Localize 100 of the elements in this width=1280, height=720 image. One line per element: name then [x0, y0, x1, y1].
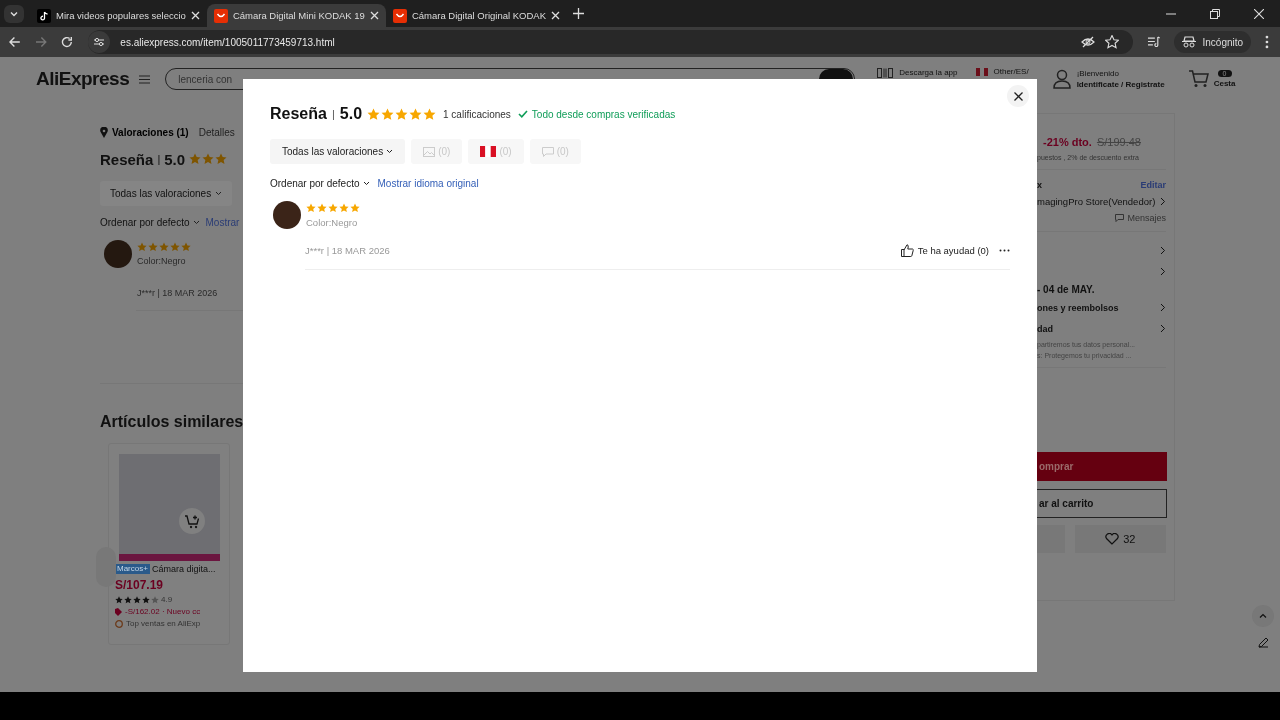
comment-icon — [541, 146, 554, 157]
separator: | — [157, 153, 161, 165]
region-selector[interactable]: Other/ES/ — [993, 67, 1029, 76]
image-icon — [423, 146, 436, 157]
section-tab[interactable]: Valoraciones (1) — [100, 127, 189, 138]
rating-score: 5.0 — [339, 105, 363, 123]
badge-icon — [115, 619, 123, 628]
verified-purchases-note: Todo desde compras verificadas — [517, 108, 676, 120]
close-icon[interactable] — [369, 11, 379, 20]
policy-link[interactable]: ones y reembolsos — [1037, 302, 1119, 313]
qr-code-icon[interactable] — [877, 68, 894, 78]
original-price: S/199.48 — [1096, 136, 1141, 148]
messages-link[interactable]: Mensajes — [1115, 213, 1166, 223]
rating-filter-dropdown[interactable]: Todas las valoraciones — [100, 181, 233, 206]
reload-icon[interactable] — [60, 36, 73, 48]
logo[interactable]: AliExpress — [36, 68, 130, 90]
more-options-icon[interactable] — [999, 249, 1010, 252]
greeting-text: ¡Bienvenido — [1076, 69, 1120, 78]
sign-in-link[interactable]: Identificate / Registrate — [1076, 80, 1165, 89]
chevron-right-icon[interactable] — [1160, 324, 1166, 333]
back-icon[interactable] — [9, 36, 21, 48]
check-icon — [517, 110, 528, 118]
cart-icon[interactable] — [1188, 70, 1209, 88]
bestseller-text: Top ventas en AliExp — [126, 619, 201, 628]
thumbs-up-icon — [900, 244, 914, 257]
translate-link[interactable]: Mostrar — [205, 217, 240, 228]
brand-badge: Marcos+ — [115, 564, 150, 574]
heart-icon — [1105, 533, 1120, 545]
caret-icon — [362, 181, 370, 186]
delivery-date: - 04 de MAY. — [1037, 284, 1095, 295]
close-icon[interactable] — [551, 11, 560, 20]
similar-items-heading: Artículos similares — [100, 413, 243, 431]
rating-score: 5.0 — [164, 150, 186, 168]
variant-text: Color:Negro — [306, 216, 359, 228]
tag-icon — [115, 607, 122, 616]
section-tab[interactable]: Detalles — [198, 127, 235, 138]
more-options-icon[interactable] — [1265, 35, 1269, 49]
incognito-button[interactable]: Incógnito — [1174, 31, 1252, 53]
shop-logo-icon — [392, 8, 407, 23]
helpful-button[interactable]: Te ha ayudad (0) — [900, 244, 989, 257]
chat-icon — [1115, 214, 1125, 222]
user-icon[interactable] — [1052, 69, 1071, 89]
incognito-icon — [1182, 36, 1197, 48]
forward-icon[interactable] — [34, 36, 47, 48]
add-to-cart-button[interactable]: ar al carrito — [1037, 489, 1167, 518]
chevron-right-icon[interactable] — [1160, 246, 1166, 255]
avatar — [104, 240, 132, 268]
avatar — [273, 201, 301, 229]
rating-value: 4.9 — [161, 595, 173, 604]
discount-text: -S/162.02 · Nuevo cc — [125, 607, 201, 616]
address-field[interactable]: es.aliexpress.com/item/1005011773459713.html — [88, 30, 1133, 54]
location-pin-icon — [100, 127, 108, 138]
close-icon[interactable] — [1254, 8, 1264, 19]
close-icon — [1013, 91, 1023, 101]
buy-button[interactable]: omprar — [1037, 452, 1167, 481]
separator: | — [331, 108, 335, 120]
product-name[interactable]: Cámara digita... — [151, 564, 216, 574]
close-icon[interactable] — [190, 11, 200, 20]
review-filter-chip[interactable]: Todas las valoraciones — [270, 139, 406, 164]
browser-tab[interactable]: Cámara Digital Mini KODAK 19 — [206, 4, 386, 27]
wishlist-button[interactable]: 32 — [1074, 525, 1166, 553]
tab-search-button[interactable] — [4, 4, 24, 23]
pencil-icon[interactable] — [1258, 637, 1269, 648]
dialog-title: Reseña — [270, 105, 327, 123]
edit-link[interactable]: Editar — [1140, 180, 1166, 190]
policy-link[interactable]: dad — [1037, 323, 1053, 334]
browser-tab[interactable]: Cámara Digital Original KODAK — [385, 4, 567, 27]
product-card[interactable]: Marcos+ Cámara digita... S/107.19 4.9 -S/162.02 · Nuevo cc Top ventas en AliExp — [108, 443, 230, 645]
sort-dropdown[interactable]: Ordenar por defecto — [100, 217, 200, 228]
app-download-link[interactable]: Descarga la app — [899, 68, 958, 77]
flag-icon — [975, 68, 988, 76]
new-tab-icon[interactable] — [573, 8, 584, 19]
close-button[interactable] — [1007, 85, 1029, 107]
chevron-right-icon[interactable] — [1160, 303, 1166, 312]
browser-tab[interactable]: Mira videos populares seleccio — [30, 4, 207, 27]
music-note-icon — [37, 8, 51, 23]
scroll-to-top-button[interactable] — [1252, 605, 1274, 627]
menu-icon[interactable] — [139, 74, 151, 84]
sort-dropdown[interactable]: Ordenar por defecto — [270, 178, 370, 189]
store-link[interactable]: magingPro Store(Vendedor) — [1037, 196, 1156, 207]
translate-link[interactable]: Mostrar idioma original — [377, 178, 479, 189]
star-icon[interactable] — [1104, 35, 1119, 49]
site-settings-icon[interactable] — [88, 31, 111, 53]
ratings-count: 1 calificaciones — [443, 108, 511, 120]
review-author-date: J***r | 18 MAR 2026 — [137, 288, 219, 298]
variant-text: Color:Negro — [137, 256, 187, 266]
media-list-icon[interactable] — [1146, 35, 1161, 49]
reviews-heading: Reseña — [100, 150, 154, 168]
restore-icon[interactable] — [1210, 8, 1220, 19]
caret-icon — [386, 149, 394, 154]
caret-icon — [215, 191, 223, 196]
cart-label[interactable]: Cesta — [1213, 79, 1236, 88]
chevron-right-icon — [1160, 197, 1166, 206]
eye-slash-icon[interactable] — [1080, 35, 1095, 49]
chevron-right-icon[interactable] — [1160, 267, 1166, 276]
flag-icon — [480, 146, 497, 157]
add-to-cart-icon[interactable] — [179, 508, 205, 534]
review-author-date: J***r | 18 MAR 2026 — [305, 245, 390, 256]
product-price: S/107.19 — [115, 578, 165, 592]
shipping-text: x — [1037, 180, 1042, 190]
